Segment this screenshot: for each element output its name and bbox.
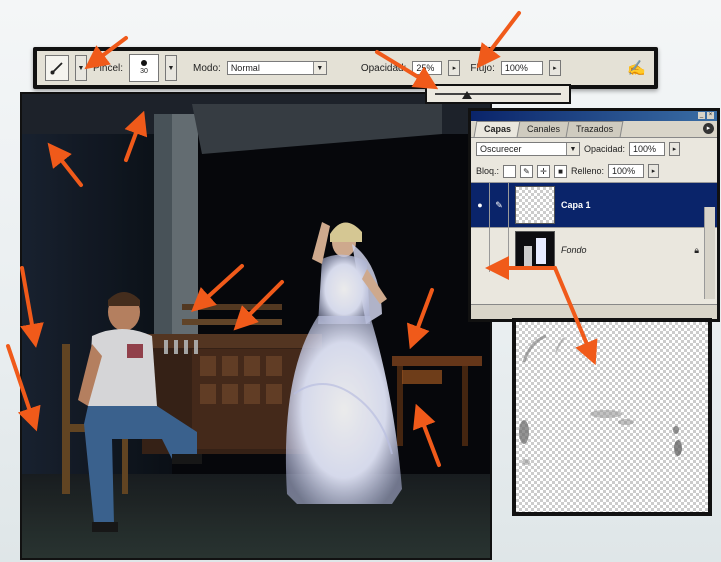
lock-label: Bloq.: (476, 166, 500, 176)
panel-tabs: Capas Canales Trazados ▸ (471, 121, 717, 138)
tab-label: Trazados (576, 124, 614, 134)
layers-panel: _ × Capas Canales Trazados ▸ Oscurecer ▼… (468, 108, 720, 322)
layer-opacity-input[interactable]: 100% (629, 142, 666, 156)
flow-slider-toggle[interactable]: ▸ (548, 60, 561, 76)
flow-label: Flujo: (470, 62, 495, 74)
panel-footer (471, 304, 717, 319)
lock-pixels-icon[interactable]: ✎ (520, 164, 534, 178)
flow-value: 100% (504, 63, 528, 73)
lock-transparency-icon[interactable] (503, 164, 517, 178)
layer-row-fondo[interactable]: Fondo 🔒︎ (471, 227, 717, 272)
zoomed-layer-preview (512, 318, 712, 516)
tool-preset-dropdown[interactable]: ▼ (75, 55, 87, 81)
fill-slider-toggle[interactable]: ▸ (648, 164, 660, 178)
chevron-right-icon: ▸ (672, 146, 677, 153)
chevron-down-icon: ▼ (167, 64, 175, 72)
layer-name: Capa 1 (561, 200, 591, 210)
tab-canales[interactable]: Canales (516, 121, 571, 137)
mode-label: Modo: (193, 62, 221, 74)
layer-name: Fondo (561, 245, 587, 255)
lock-row: Bloq.: ✎ ✛ ■ Relleno: 100% ▸ (471, 160, 717, 182)
layer-opacity-value: 100% (633, 144, 657, 154)
mode-select[interactable]: Normal ▼ (226, 61, 327, 75)
layer-thumbnail (515, 186, 555, 224)
tab-trazados[interactable]: Trazados (565, 121, 624, 137)
eye-icon[interactable] (471, 228, 490, 272)
layer-opacity-label: Opacidad: (584, 144, 626, 154)
opacity-label: Opacidad: (360, 62, 407, 74)
fill-label: Relleno: (571, 166, 605, 176)
brush-icon (50, 62, 63, 75)
brush-tip-icon (141, 60, 148, 66)
close-icon[interactable]: × (707, 112, 714, 119)
layer-thumbnail (515, 231, 555, 269)
photo-canvas[interactable] (20, 92, 492, 560)
chevron-right-icon: ▸ (553, 65, 557, 72)
eye-icon[interactable]: ● (471, 183, 490, 227)
brush-size: 30 (140, 68, 148, 75)
brush-size-picker[interactable]: 30 (129, 54, 160, 82)
brush-dropdown[interactable]: ▼ (165, 55, 178, 81)
brush-label: Pincel: (93, 62, 124, 74)
brush-icon: ✎ (490, 183, 509, 227)
flow-input[interactable]: 100% (500, 61, 543, 75)
opacity-slider-thumb[interactable] (461, 91, 472, 99)
panel-menu-icon[interactable]: ▸ (703, 123, 714, 134)
chevron-right-icon: ▸ (452, 65, 457, 72)
opacity-value: 25% (416, 63, 435, 73)
zoomed-strokes (519, 334, 682, 465)
brush-tool-preset[interactable] (45, 55, 69, 81)
layers-scrollbar[interactable] (704, 207, 715, 299)
chevron-down-icon: ▼ (77, 64, 85, 72)
lock-icon: 🔒︎ (694, 244, 699, 255)
opacity-slider-toggle[interactable]: ▸ (448, 60, 461, 76)
fill-value: 100% (612, 166, 636, 176)
tab-label: Capas (484, 124, 512, 134)
fill-input[interactable]: 100% (608, 164, 645, 178)
photo-scene (22, 94, 490, 558)
blend-mode-value: Oscurecer (480, 144, 522, 154)
airbrush-icon[interactable]: ✍ (627, 59, 646, 77)
layer-opacity-slider-toggle[interactable]: ▸ (669, 142, 681, 156)
chevron-right-icon: ▸ (651, 168, 656, 175)
minimize-icon[interactable]: _ (698, 112, 705, 119)
opacity-slider-popup (425, 84, 571, 104)
tab-capas[interactable]: Capas (473, 121, 522, 137)
options-toolbar: ▼ Pincel: 30 ▼ Modo: Normal ▼ Opacidad: … (33, 47, 658, 89)
lock-position-icon[interactable]: ✛ (537, 164, 551, 178)
blend-row: Oscurecer ▼ Opacidad: 100% ▸ (471, 138, 717, 160)
link-icon (490, 228, 509, 272)
opacity-slider-track[interactable] (435, 93, 561, 95)
chevron-down-icon: ▼ (566, 143, 579, 155)
panel-title-bar[interactable]: _ × (471, 111, 717, 121)
background-thumbnail (524, 238, 546, 266)
mode-value: Normal (230, 63, 260, 73)
opacity-input[interactable]: 25% (412, 61, 443, 75)
layer-row-capa-1[interactable]: ● ✎ Capa 1 (471, 182, 717, 227)
blend-mode-select[interactable]: Oscurecer ▼ (476, 142, 580, 156)
chevron-down-icon: ▼ (312, 62, 326, 74)
tab-label: Canales (527, 124, 561, 134)
lock-all-icon[interactable]: ■ (554, 164, 568, 178)
